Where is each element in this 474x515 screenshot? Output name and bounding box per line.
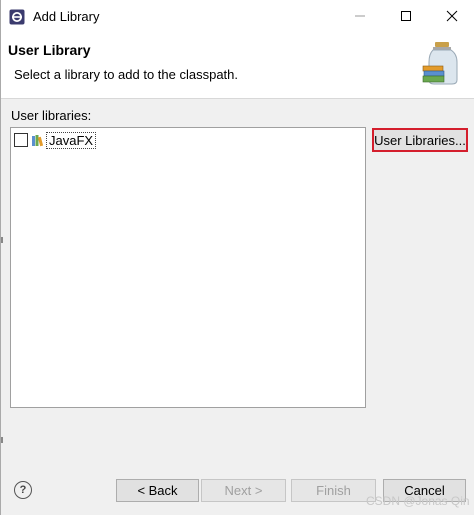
- user-libraries-list[interactable]: JavaFX: [10, 127, 366, 408]
- next-button[interactable]: Next >: [201, 479, 286, 502]
- page-description: Select a library to add to the classpath…: [14, 67, 239, 82]
- wizard-banner: User Library Select a library to add to …: [1, 34, 474, 99]
- library-name: JavaFX: [46, 131, 97, 149]
- help-icon: ?: [19, 484, 27, 496]
- page-title: User Library: [8, 42, 91, 58]
- close-icon: [446, 10, 458, 25]
- user-libraries-label: User libraries:: [11, 108, 92, 123]
- minimize-icon: [354, 10, 366, 25]
- eclipse-app-icon: [9, 9, 25, 25]
- list-item[interactable]: JavaFX: [14, 131, 97, 149]
- minimize-button[interactable]: [337, 0, 383, 34]
- library-jar-icon: [421, 40, 461, 86]
- user-libraries-button[interactable]: User Libraries...: [372, 128, 468, 152]
- window-edge-mark: [1, 437, 3, 443]
- watermark: CSDN @Jonas Qin: [366, 494, 470, 508]
- help-button[interactable]: ?: [14, 481, 32, 499]
- add-library-dialog: Add Library User Library Select a librar…: [0, 0, 474, 515]
- window-title: Add Library: [33, 9, 100, 24]
- back-button[interactable]: < Back: [116, 479, 199, 502]
- title-bar: Add Library: [1, 0, 474, 34]
- finish-button[interactable]: Finish: [291, 479, 376, 502]
- library-checkbox[interactable]: [14, 133, 28, 147]
- maximize-icon: [400, 10, 412, 25]
- library-icon: [31, 133, 45, 147]
- maximize-button[interactable]: [383, 0, 429, 34]
- window-edge-mark: [1, 237, 3, 243]
- close-button[interactable]: [429, 0, 474, 34]
